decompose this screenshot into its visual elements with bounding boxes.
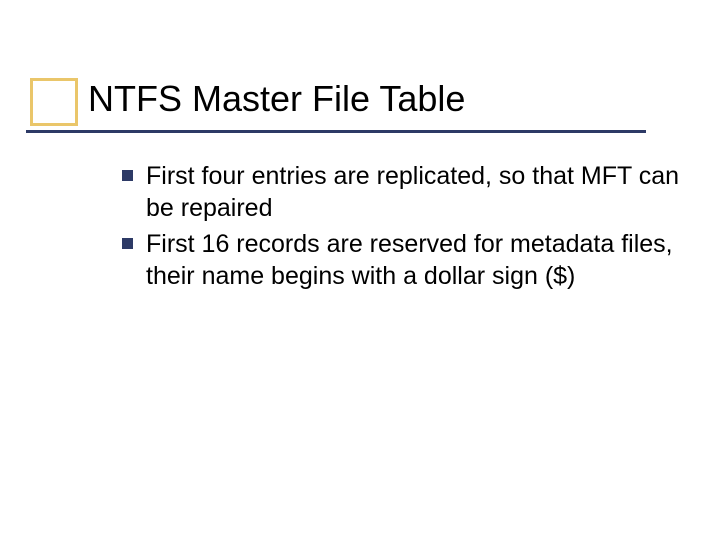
bullet-list: First four entries are replicated, so th…: [146, 160, 686, 296]
square-bullet-icon: [122, 170, 133, 181]
title-underline: [26, 130, 646, 133]
slide-title: NTFS Master File Table: [88, 78, 465, 119]
accent-square-icon: [30, 78, 78, 126]
list-item: First 16 records are reserved for metada…: [146, 228, 686, 292]
square-bullet-icon: [122, 238, 133, 249]
slide: NTFS Master File Table First four entrie…: [0, 0, 720, 540]
list-item-text: First 16 records are reserved for metada…: [146, 228, 686, 292]
list-item-text: First four entries are replicated, so th…: [146, 160, 686, 224]
list-item: First four entries are replicated, so th…: [146, 160, 686, 224]
